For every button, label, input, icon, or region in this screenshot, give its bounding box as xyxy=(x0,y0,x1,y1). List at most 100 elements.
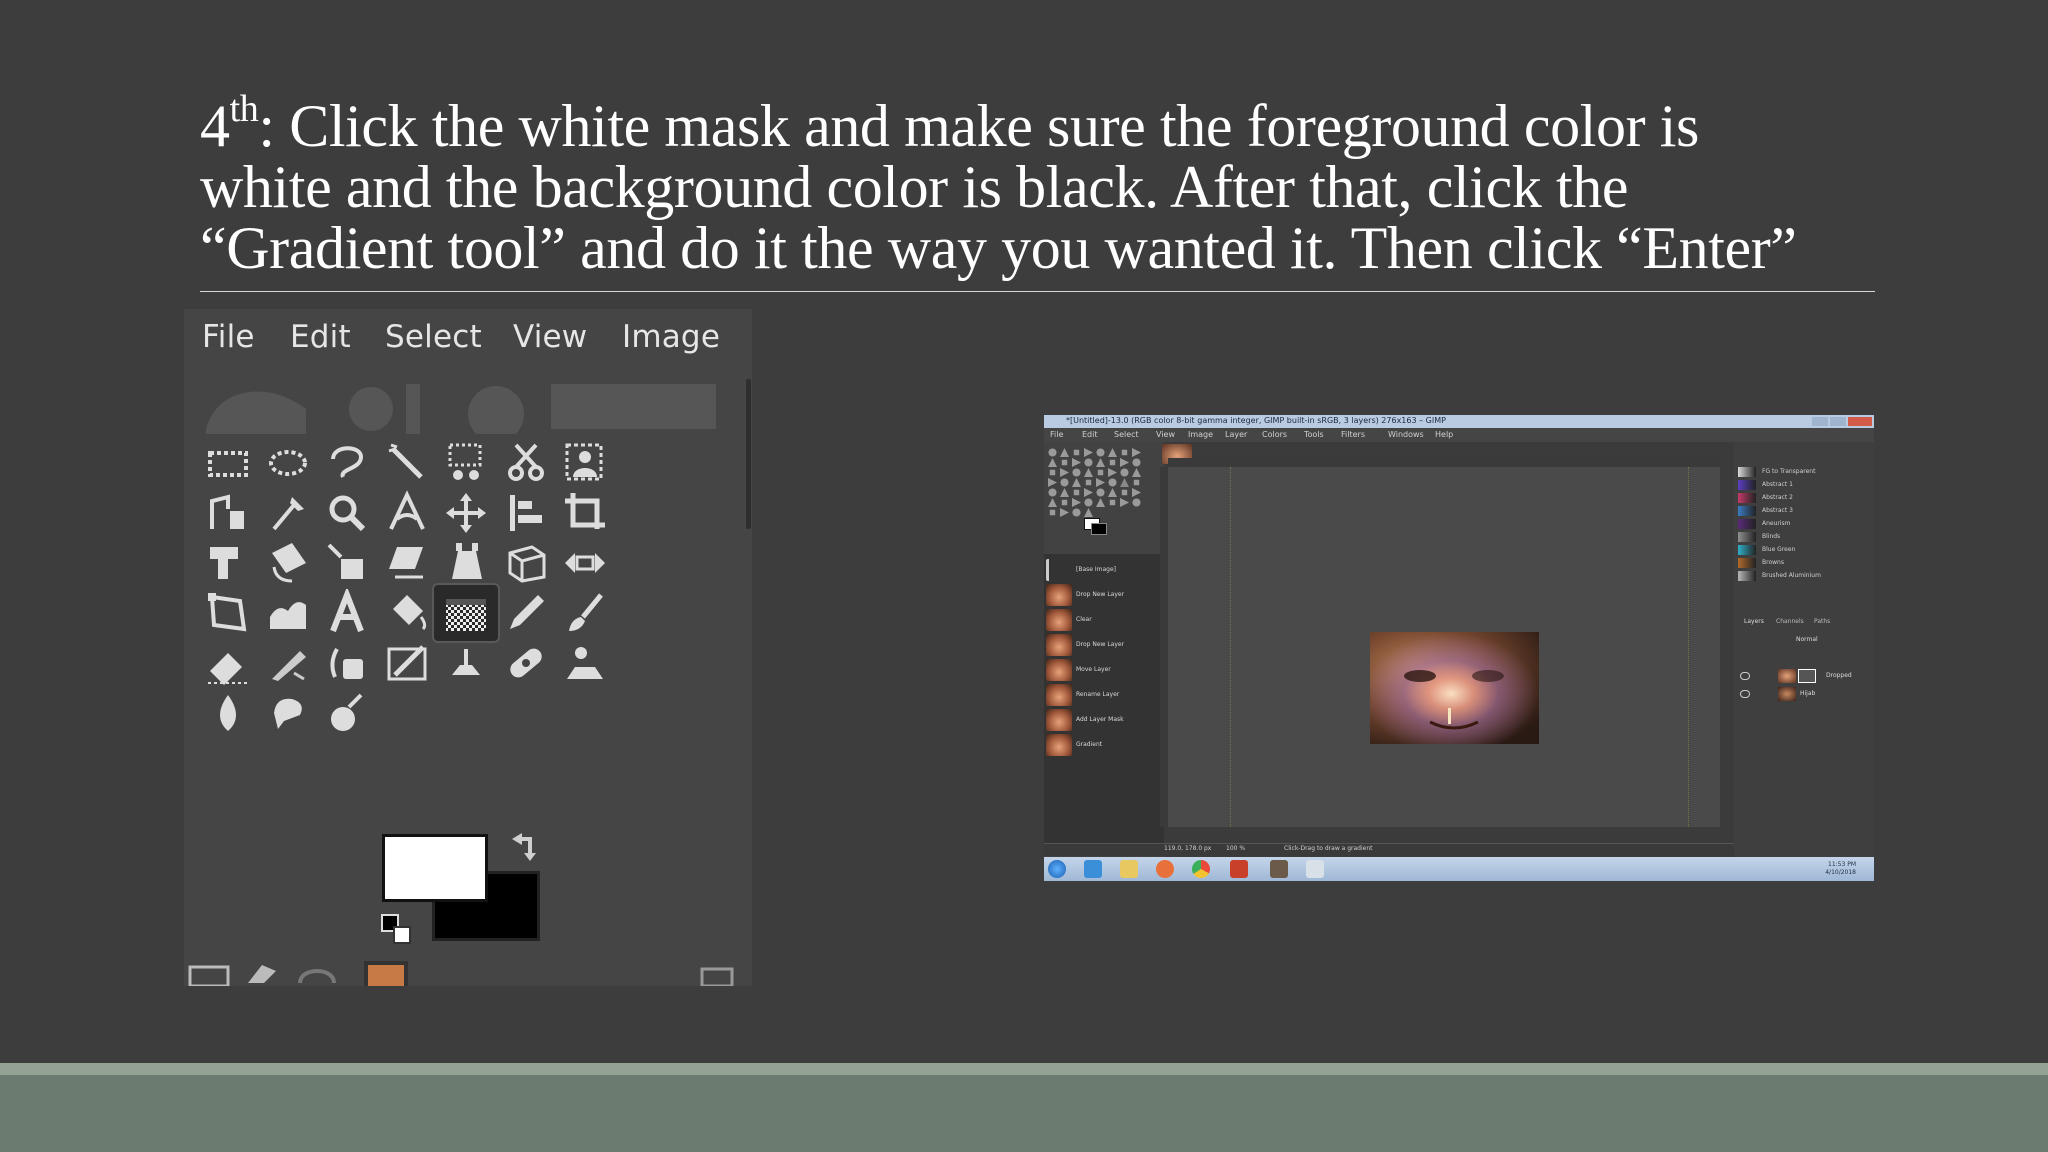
explorer-icon[interactable] xyxy=(1120,860,1138,878)
gimp-taskbar-icon[interactable] xyxy=(1270,860,1288,878)
ie-icon[interactable] xyxy=(1084,860,1102,878)
mini-tool-icon[interactable] xyxy=(1048,498,1057,507)
window-menu-edit[interactable]: Edit xyxy=(1082,430,1098,439)
mini-tool-icon[interactable] xyxy=(1073,449,1080,456)
mini-tool-icon[interactable] xyxy=(1096,478,1105,487)
mini-tool-icon[interactable] xyxy=(1097,469,1104,476)
mini-tool-icon[interactable] xyxy=(1072,458,1081,467)
window-controls-icon[interactable] xyxy=(1812,416,1872,427)
mini-tool-icon[interactable] xyxy=(1048,478,1057,487)
media-player-icon[interactable] xyxy=(1156,860,1174,878)
menu-select[interactable]: Select xyxy=(385,319,482,355)
mini-tool-icon[interactable] xyxy=(1072,478,1081,487)
gradient-item[interactable]: Brushed Aluminium xyxy=(1738,570,1858,582)
mini-tool-icon[interactable] xyxy=(1073,489,1080,496)
history-item[interactable]: Gradient xyxy=(1046,731,1150,761)
mini-tool-icon[interactable] xyxy=(1096,488,1105,497)
gradient-item[interactable]: Browns xyxy=(1738,557,1858,569)
gradient-item[interactable]: Blinds xyxy=(1738,531,1858,543)
mini-tool-icon[interactable] xyxy=(1108,468,1117,477)
units-select[interactable]: px xyxy=(1204,845,1211,852)
menu-edit[interactable]: Edit xyxy=(290,319,351,355)
tab-layers[interactable]: Layers xyxy=(1744,618,1764,625)
mini-tool-icon[interactable] xyxy=(1084,498,1093,507)
layer-row[interactable]: Dropped xyxy=(1738,668,1866,684)
mini-tool-icon[interactable] xyxy=(1060,448,1069,457)
mini-tool-icon[interactable] xyxy=(1132,458,1141,467)
layer-mode-select[interactable]: Normal xyxy=(1796,636,1818,643)
toolbox-scrollbar[interactable] xyxy=(746,379,751,529)
window-menu-colors[interactable]: Colors xyxy=(1262,430,1287,439)
mini-tool-icon[interactable] xyxy=(1108,448,1117,457)
mini-tool-icon[interactable] xyxy=(1132,468,1141,477)
mini-tool-icon[interactable] xyxy=(1108,488,1117,497)
gradient-item[interactable]: Abstract 3 xyxy=(1738,505,1858,517)
gradient-item[interactable]: Blue Green xyxy=(1738,544,1858,556)
mini-tool-icon[interactable] xyxy=(1084,488,1093,497)
start-button-icon[interactable] xyxy=(1048,860,1066,878)
mini-tool-icon[interactable] xyxy=(1084,448,1093,457)
mini-tool-icon[interactable] xyxy=(1096,498,1105,507)
mini-tool-icon[interactable] xyxy=(1108,478,1117,487)
window-menu-tools[interactable]: Tools xyxy=(1304,430,1324,439)
mini-bg-swatch[interactable] xyxy=(1091,523,1107,535)
mini-tool-icon[interactable] xyxy=(1060,478,1069,487)
mini-tool-icon[interactable] xyxy=(1121,489,1128,496)
zoom-select[interactable]: 100 % xyxy=(1226,845,1245,852)
window-menu-layer[interactable]: Layer xyxy=(1225,430,1247,439)
mini-tool-icon[interactable] xyxy=(1072,508,1081,517)
menu-view[interactable]: View xyxy=(513,319,587,355)
layer-row[interactable]: Hijab xyxy=(1738,686,1866,702)
mini-tool-icon[interactable] xyxy=(1048,458,1057,467)
mini-tool-icon[interactable] xyxy=(1120,498,1129,507)
mini-tool-icon[interactable] xyxy=(1049,509,1056,516)
perspective-clone-tool-button[interactable] xyxy=(551,633,619,693)
mypaint-brush-tool-button[interactable] xyxy=(373,633,441,693)
window-menu-select[interactable]: Select xyxy=(1114,430,1139,439)
mini-tool-icon[interactable] xyxy=(1132,498,1141,507)
gradient-item[interactable]: FG to Transparent xyxy=(1738,466,1858,478)
window-menu-windows[interactable]: Windows xyxy=(1388,430,1424,439)
mini-tool-icon[interactable] xyxy=(1096,448,1105,457)
mini-tool-icon[interactable] xyxy=(1060,468,1069,477)
blur-sharpen-tool-button[interactable] xyxy=(194,683,262,743)
heal-tool-button[interactable] xyxy=(492,633,560,693)
default-colors-icon[interactable] xyxy=(380,913,412,945)
mini-tool-icon[interactable] xyxy=(1048,448,1057,457)
mini-tool-icon[interactable] xyxy=(1109,499,1116,506)
mini-tool-icon[interactable] xyxy=(1084,468,1093,477)
mini-tool-icon[interactable] xyxy=(1120,478,1129,487)
window-menu-image[interactable]: Image xyxy=(1188,430,1213,439)
mini-tool-icon[interactable] xyxy=(1048,488,1057,497)
foreground-color-swatch[interactable] xyxy=(382,834,488,902)
gradient-item[interactable]: Abstract 2 xyxy=(1738,492,1858,504)
mini-tool-icon[interactable] xyxy=(1061,499,1068,506)
window-menu-help[interactable]: Help xyxy=(1435,430,1453,439)
mini-tool-icon[interactable] xyxy=(1060,508,1069,517)
layer-mask-thumbnail[interactable] xyxy=(1798,669,1816,683)
mini-tool-icon[interactable] xyxy=(1132,448,1141,457)
window-menu-file[interactable]: File xyxy=(1050,430,1063,439)
mini-tool-icon[interactable] xyxy=(1061,459,1068,466)
mini-tool-icon[interactable] xyxy=(1084,458,1093,467)
tab-paths[interactable]: Paths xyxy=(1814,618,1830,625)
mini-tool-icon[interactable] xyxy=(1060,488,1069,497)
menu-image[interactable]: Image xyxy=(622,319,720,355)
dodge-burn-tool-button[interactable] xyxy=(313,683,381,743)
mini-tool-icon[interactable] xyxy=(1072,498,1081,507)
swap-colors-icon[interactable] xyxy=(506,829,540,863)
mini-tool-icon[interactable] xyxy=(1120,458,1129,467)
mini-tool-icon[interactable] xyxy=(1072,468,1081,477)
clone-tool-button[interactable] xyxy=(432,633,500,693)
visibility-eye-icon[interactable] xyxy=(1740,690,1750,698)
mini-tool-icon[interactable] xyxy=(1121,449,1128,456)
chrome-icon[interactable] xyxy=(1192,860,1210,878)
paint-icon[interactable] xyxy=(1306,860,1324,878)
mini-tool-icon[interactable] xyxy=(1120,468,1129,477)
mini-tool-icon[interactable] xyxy=(1049,469,1056,476)
mini-tool-icon[interactable] xyxy=(1096,458,1105,467)
mini-tool-icon[interactable] xyxy=(1132,488,1141,497)
mini-tool-icon[interactable] xyxy=(1085,479,1092,486)
mini-tool-icon[interactable] xyxy=(1084,508,1093,517)
tab-channels[interactable]: Channels xyxy=(1776,618,1804,625)
